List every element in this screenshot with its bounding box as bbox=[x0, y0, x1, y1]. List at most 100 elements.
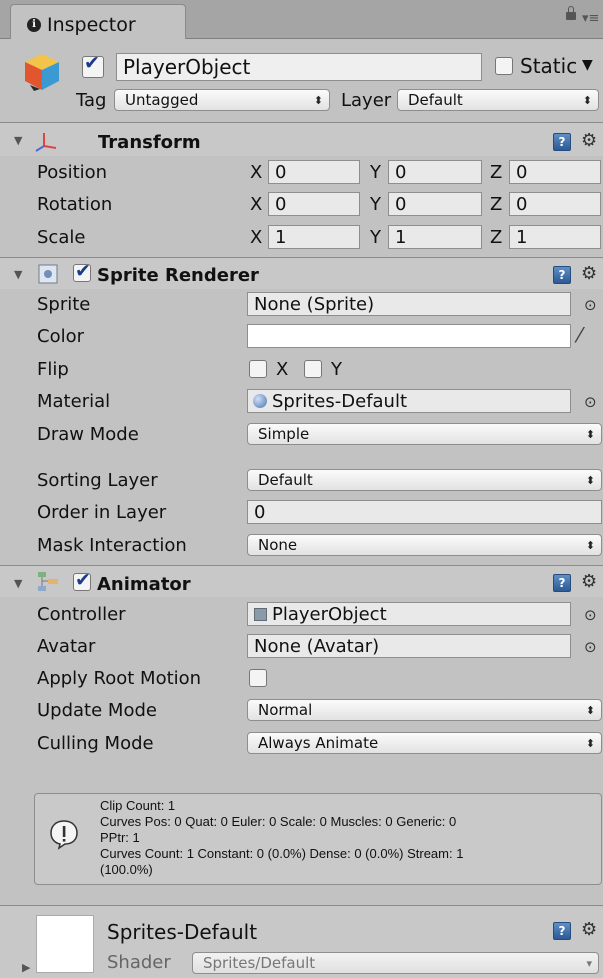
tag-value: Untagged bbox=[125, 91, 199, 109]
menu-icon[interactable]: ▾≡ bbox=[582, 11, 599, 26]
object-picker-icon[interactable]: ⊙ bbox=[584, 393, 597, 411]
order-in-layer-field[interactable]: 0 bbox=[247, 500, 602, 524]
rotation-y-field[interactable]: 0 bbox=[388, 192, 482, 216]
gear-icon[interactable]: ⚙ bbox=[581, 919, 597, 940]
eyedropper-icon[interactable]: ⁄ bbox=[578, 323, 581, 347]
sprite-renderer-enabled-checkbox[interactable] bbox=[73, 260, 91, 282]
color-field[interactable] bbox=[247, 324, 571, 348]
update-mode-dropdown[interactable]: Normal ⬍ bbox=[247, 699, 602, 721]
apply-root-motion-checkbox[interactable] bbox=[249, 669, 267, 687]
shader-dropdown[interactable]: Sprites/Default ▾ bbox=[192, 952, 599, 974]
draw-mode-label: Draw Mode bbox=[37, 424, 139, 445]
flip-label: Flip bbox=[37, 359, 69, 380]
axis-z-label: Z bbox=[490, 194, 503, 215]
tag-label: Tag bbox=[76, 90, 107, 111]
sorting-layer-dropdown[interactable]: Default ⬍ bbox=[247, 469, 602, 491]
draw-mode-value: Simple bbox=[258, 425, 310, 443]
avatar-field[interactable]: None (Avatar) bbox=[247, 634, 571, 658]
foldout-arrow-icon[interactable]: ▼ bbox=[14, 577, 22, 590]
scale-x-field[interactable]: 1 bbox=[268, 225, 360, 249]
gear-icon[interactable]: ⚙ bbox=[581, 130, 597, 151]
chevron-updown-icon: ⬍ bbox=[313, 94, 323, 107]
layer-value: Default bbox=[408, 91, 463, 109]
transform-icon bbox=[34, 130, 58, 152]
tab-label: Inspector bbox=[47, 14, 136, 36]
foldout-arrow-icon[interactable]: ▼ bbox=[14, 268, 22, 281]
flip-y-checkbox[interactable] bbox=[304, 360, 322, 378]
tab-inspector[interactable]: i Inspector bbox=[10, 4, 186, 39]
axis-z-label: Z bbox=[490, 227, 503, 248]
update-mode-label: Update Mode bbox=[37, 700, 157, 721]
position-x-field[interactable]: 0 bbox=[268, 160, 360, 184]
active-checkbox[interactable] bbox=[82, 52, 104, 78]
chevron-updown-icon: ⬍ bbox=[585, 737, 595, 750]
culling-mode-label: Culling Mode bbox=[37, 733, 154, 754]
update-mode-value: Normal bbox=[258, 701, 313, 719]
material-preview bbox=[36, 915, 94, 973]
animator-title: Animator bbox=[97, 574, 191, 595]
help-book-icon[interactable]: ? bbox=[553, 574, 571, 592]
sorting-layer-value: Default bbox=[258, 471, 313, 489]
layer-label: Layer bbox=[341, 90, 392, 111]
object-name-field[interactable]: PlayerObject bbox=[116, 53, 482, 81]
rotation-z-field[interactable]: 0 bbox=[509, 192, 601, 216]
axis-x-label: X bbox=[250, 194, 263, 215]
help-book-icon[interactable]: ? bbox=[553, 133, 571, 151]
lock-icon[interactable] bbox=[566, 6, 576, 20]
apply-root-motion-label: Apply Root Motion bbox=[37, 668, 202, 689]
position-z-field[interactable]: 0 bbox=[509, 160, 601, 184]
controller-label: Controller bbox=[37, 604, 126, 625]
chevron-down-icon: ▾ bbox=[586, 957, 592, 970]
mask-interaction-dropdown[interactable]: None ⬍ bbox=[247, 534, 602, 556]
object-picker-icon[interactable]: ⊙ bbox=[584, 638, 597, 656]
chevron-updown-icon: ⬍ bbox=[585, 539, 595, 552]
rotation-label: Rotation bbox=[37, 194, 113, 215]
transform-header[interactable] bbox=[0, 123, 603, 156]
material-field[interactable]: Sprites-Default bbox=[247, 389, 571, 413]
material-sphere-icon bbox=[253, 394, 267, 408]
help-book-icon[interactable]: ? bbox=[553, 266, 571, 284]
material-label: Material bbox=[37, 391, 111, 412]
static-dropdown-arrow-icon[interactable]: ▼ bbox=[582, 57, 593, 73]
object-picker-icon[interactable]: ⊙ bbox=[584, 296, 597, 314]
tag-dropdown[interactable]: Untagged ⬍ bbox=[114, 89, 330, 111]
flip-x-label: X bbox=[276, 359, 289, 380]
rotation-x-field[interactable]: 0 bbox=[268, 192, 360, 216]
culling-mode-dropdown[interactable]: Always Animate ⬍ bbox=[247, 732, 602, 754]
flip-x-checkbox[interactable] bbox=[249, 360, 267, 378]
info-line: Curves Pos: 0 Quat: 0 Euler: 0 Scale: 0 … bbox=[100, 814, 457, 829]
flip-y-label: Y bbox=[331, 359, 342, 380]
help-book-icon[interactable]: ? bbox=[553, 922, 571, 940]
layer-dropdown[interactable]: Default ⬍ bbox=[397, 89, 599, 111]
material-value: Sprites-Default bbox=[272, 391, 408, 412]
position-y-field[interactable]: 0 bbox=[388, 160, 482, 184]
chevron-updown-icon: ⬍ bbox=[585, 474, 595, 487]
axis-x-label: X bbox=[250, 227, 263, 248]
info-line: Curves Count: 1 Constant: 0 (0.0%) Dense… bbox=[100, 846, 464, 861]
gear-icon[interactable]: ⚙ bbox=[581, 263, 597, 284]
sorting-layer-label: Sorting Layer bbox=[37, 470, 158, 491]
chevron-updown-icon: ⬍ bbox=[582, 94, 592, 107]
sprite-label: Sprite bbox=[37, 294, 91, 315]
object-picker-icon[interactable]: ⊙ bbox=[584, 606, 597, 624]
info-icon: i bbox=[27, 18, 41, 32]
material-name: Sprites-Default bbox=[107, 920, 258, 944]
axis-x-label: X bbox=[250, 162, 263, 183]
static-checkbox[interactable] bbox=[495, 57, 513, 75]
transform-title: Transform bbox=[98, 132, 201, 153]
avatar-label: Avatar bbox=[37, 636, 96, 657]
controller-field[interactable]: PlayerObject bbox=[247, 602, 571, 626]
scale-label: Scale bbox=[37, 227, 86, 248]
sprite-field[interactable]: None (Sprite) bbox=[247, 292, 571, 316]
scale-y-field[interactable]: 1 bbox=[388, 225, 482, 249]
axis-y-label: Y bbox=[370, 162, 381, 183]
foldout-arrow-icon[interactable]: ▼ bbox=[14, 134, 22, 147]
scale-z-field[interactable]: 1 bbox=[509, 225, 601, 249]
draw-mode-dropdown[interactable]: Simple ⬍ bbox=[247, 423, 602, 445]
axis-y-label: Y bbox=[370, 227, 381, 248]
sprite-renderer-title: Sprite Renderer bbox=[97, 265, 259, 286]
animator-enabled-checkbox[interactable] bbox=[73, 569, 91, 591]
foldout-arrow-icon[interactable]: ▶ bbox=[22, 961, 30, 974]
info-line: PPtr: 1 bbox=[100, 830, 140, 845]
gear-icon[interactable]: ⚙ bbox=[581, 571, 597, 592]
